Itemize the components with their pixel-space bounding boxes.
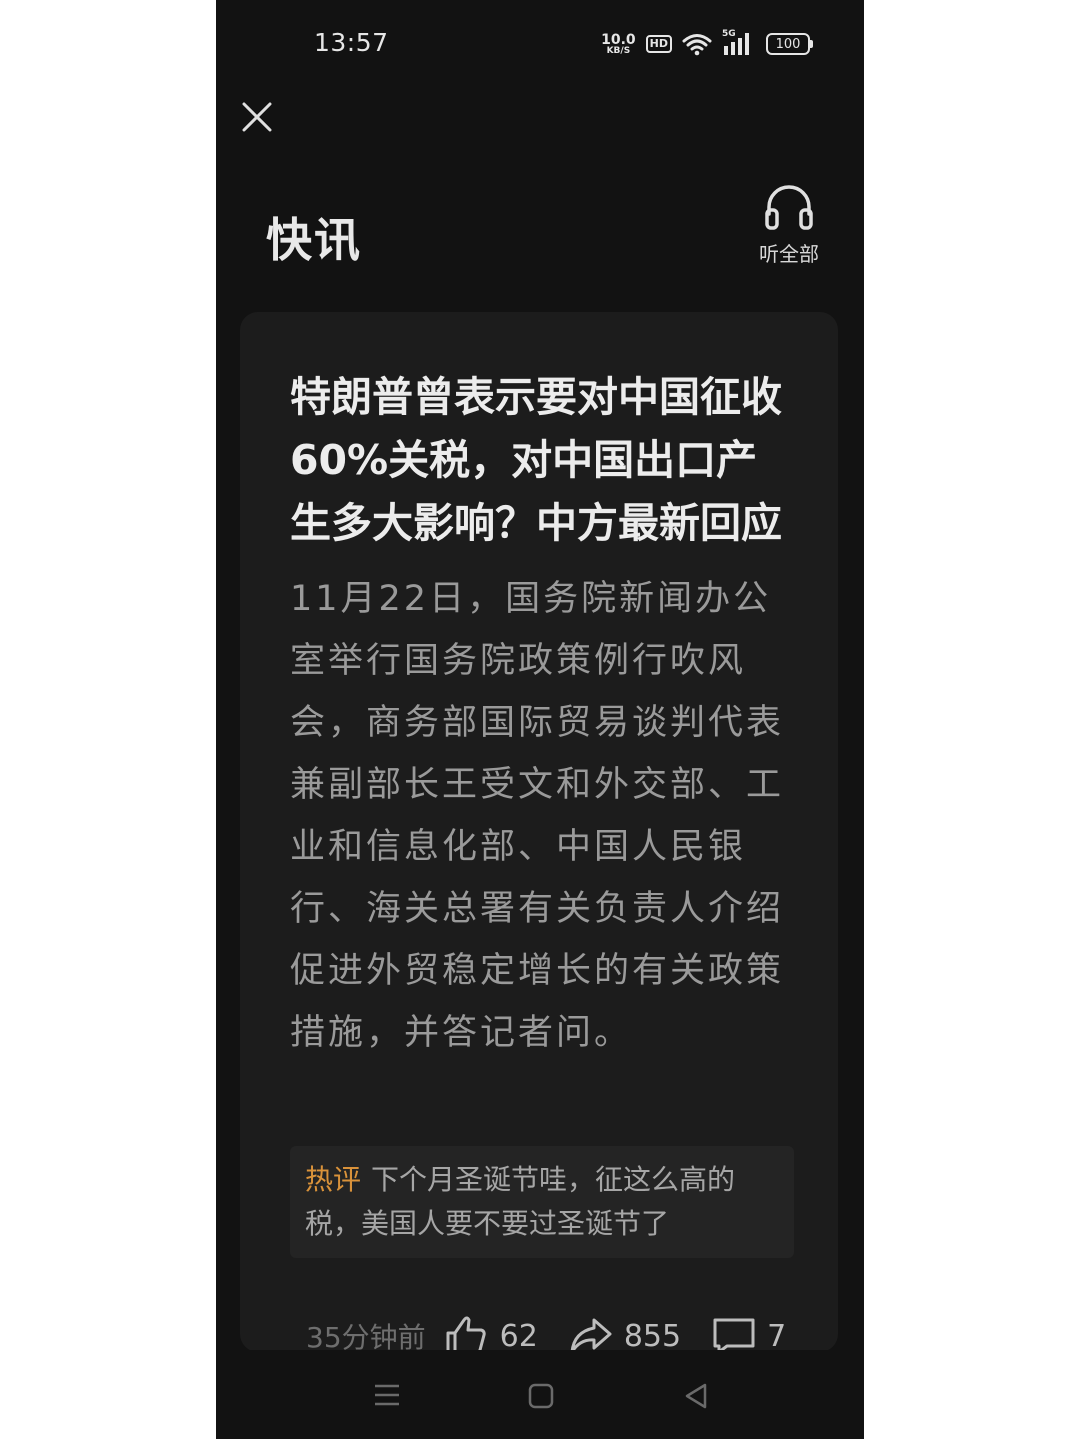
like-button[interactable]: 62 xyxy=(444,1315,538,1352)
news-summary: 11月22日，国务院新闻办公室举行国务院政策例行吹风会，商务部国际贸易谈判代表兼… xyxy=(290,579,785,1053)
battery-level: 100 xyxy=(775,36,801,52)
home-icon[interactable] xyxy=(527,1382,555,1410)
menu-icon[interactable] xyxy=(372,1382,402,1408)
news-headline[interactable]: 特朗普曾表示要对中国征收60%关税，对中国出口产生多大影响？中方最新回应 xyxy=(290,366,794,555)
news-meta: 35分钟前 62 855 7 xyxy=(306,1313,786,1352)
publish-time: 35分钟前 xyxy=(306,1321,426,1352)
hot-comment[interactable]: 热评 下个月圣诞节哇，征这么高的税，美国人要不要过圣诞节了 xyxy=(290,1146,794,1258)
wifi-icon xyxy=(682,34,712,56)
network-speed: 10.0 KB/S xyxy=(601,33,636,56)
share-icon xyxy=(570,1318,612,1352)
network-speed-unit: KB/S xyxy=(606,45,631,56)
share-count: 855 xyxy=(623,1318,682,1353)
battery-icon: 100 xyxy=(766,33,813,55)
comment-count: 7 xyxy=(767,1318,787,1353)
listen-all-label: 听全部 xyxy=(759,242,819,266)
hot-comment-text: 下个月圣诞节哇，征这么高的税，美国人要不要过圣诞节了 xyxy=(305,1163,736,1240)
news-card[interactable]: 特朗普曾表示要对中国征收60%关税，对中国出口产生多大影响？中方最新回应 11月… xyxy=(240,312,838,1352)
app-screen: 13:57 10.0 KB/S HD 5G 100 快讯 听全部 特朗普曾表示要… xyxy=(216,0,864,1439)
page-title: 快讯 xyxy=(266,213,362,267)
comment-button[interactable]: 7 xyxy=(711,1316,786,1352)
hd-icon: HD xyxy=(645,35,672,53)
listen-all-button[interactable]: 听全部 xyxy=(746,180,832,267)
status-icons: 10.0 KB/S HD 5G 100 xyxy=(601,28,813,60)
share-button[interactable]: 855 xyxy=(568,1316,681,1352)
comment-icon xyxy=(713,1318,755,1352)
back-icon[interactable] xyxy=(682,1382,710,1410)
system-nav-bar xyxy=(216,1350,864,1439)
network-speed-value: 10.0 xyxy=(601,31,636,48)
hot-comment-tag: 热评 xyxy=(305,1163,362,1196)
cellular-signal-icon: 5G xyxy=(722,29,756,57)
like-count: 62 xyxy=(499,1318,538,1353)
status-time: 13:57 xyxy=(314,28,389,57)
close-icon[interactable] xyxy=(238,98,278,138)
thumbs-up-icon xyxy=(446,1316,486,1352)
headphones-icon xyxy=(765,185,813,230)
